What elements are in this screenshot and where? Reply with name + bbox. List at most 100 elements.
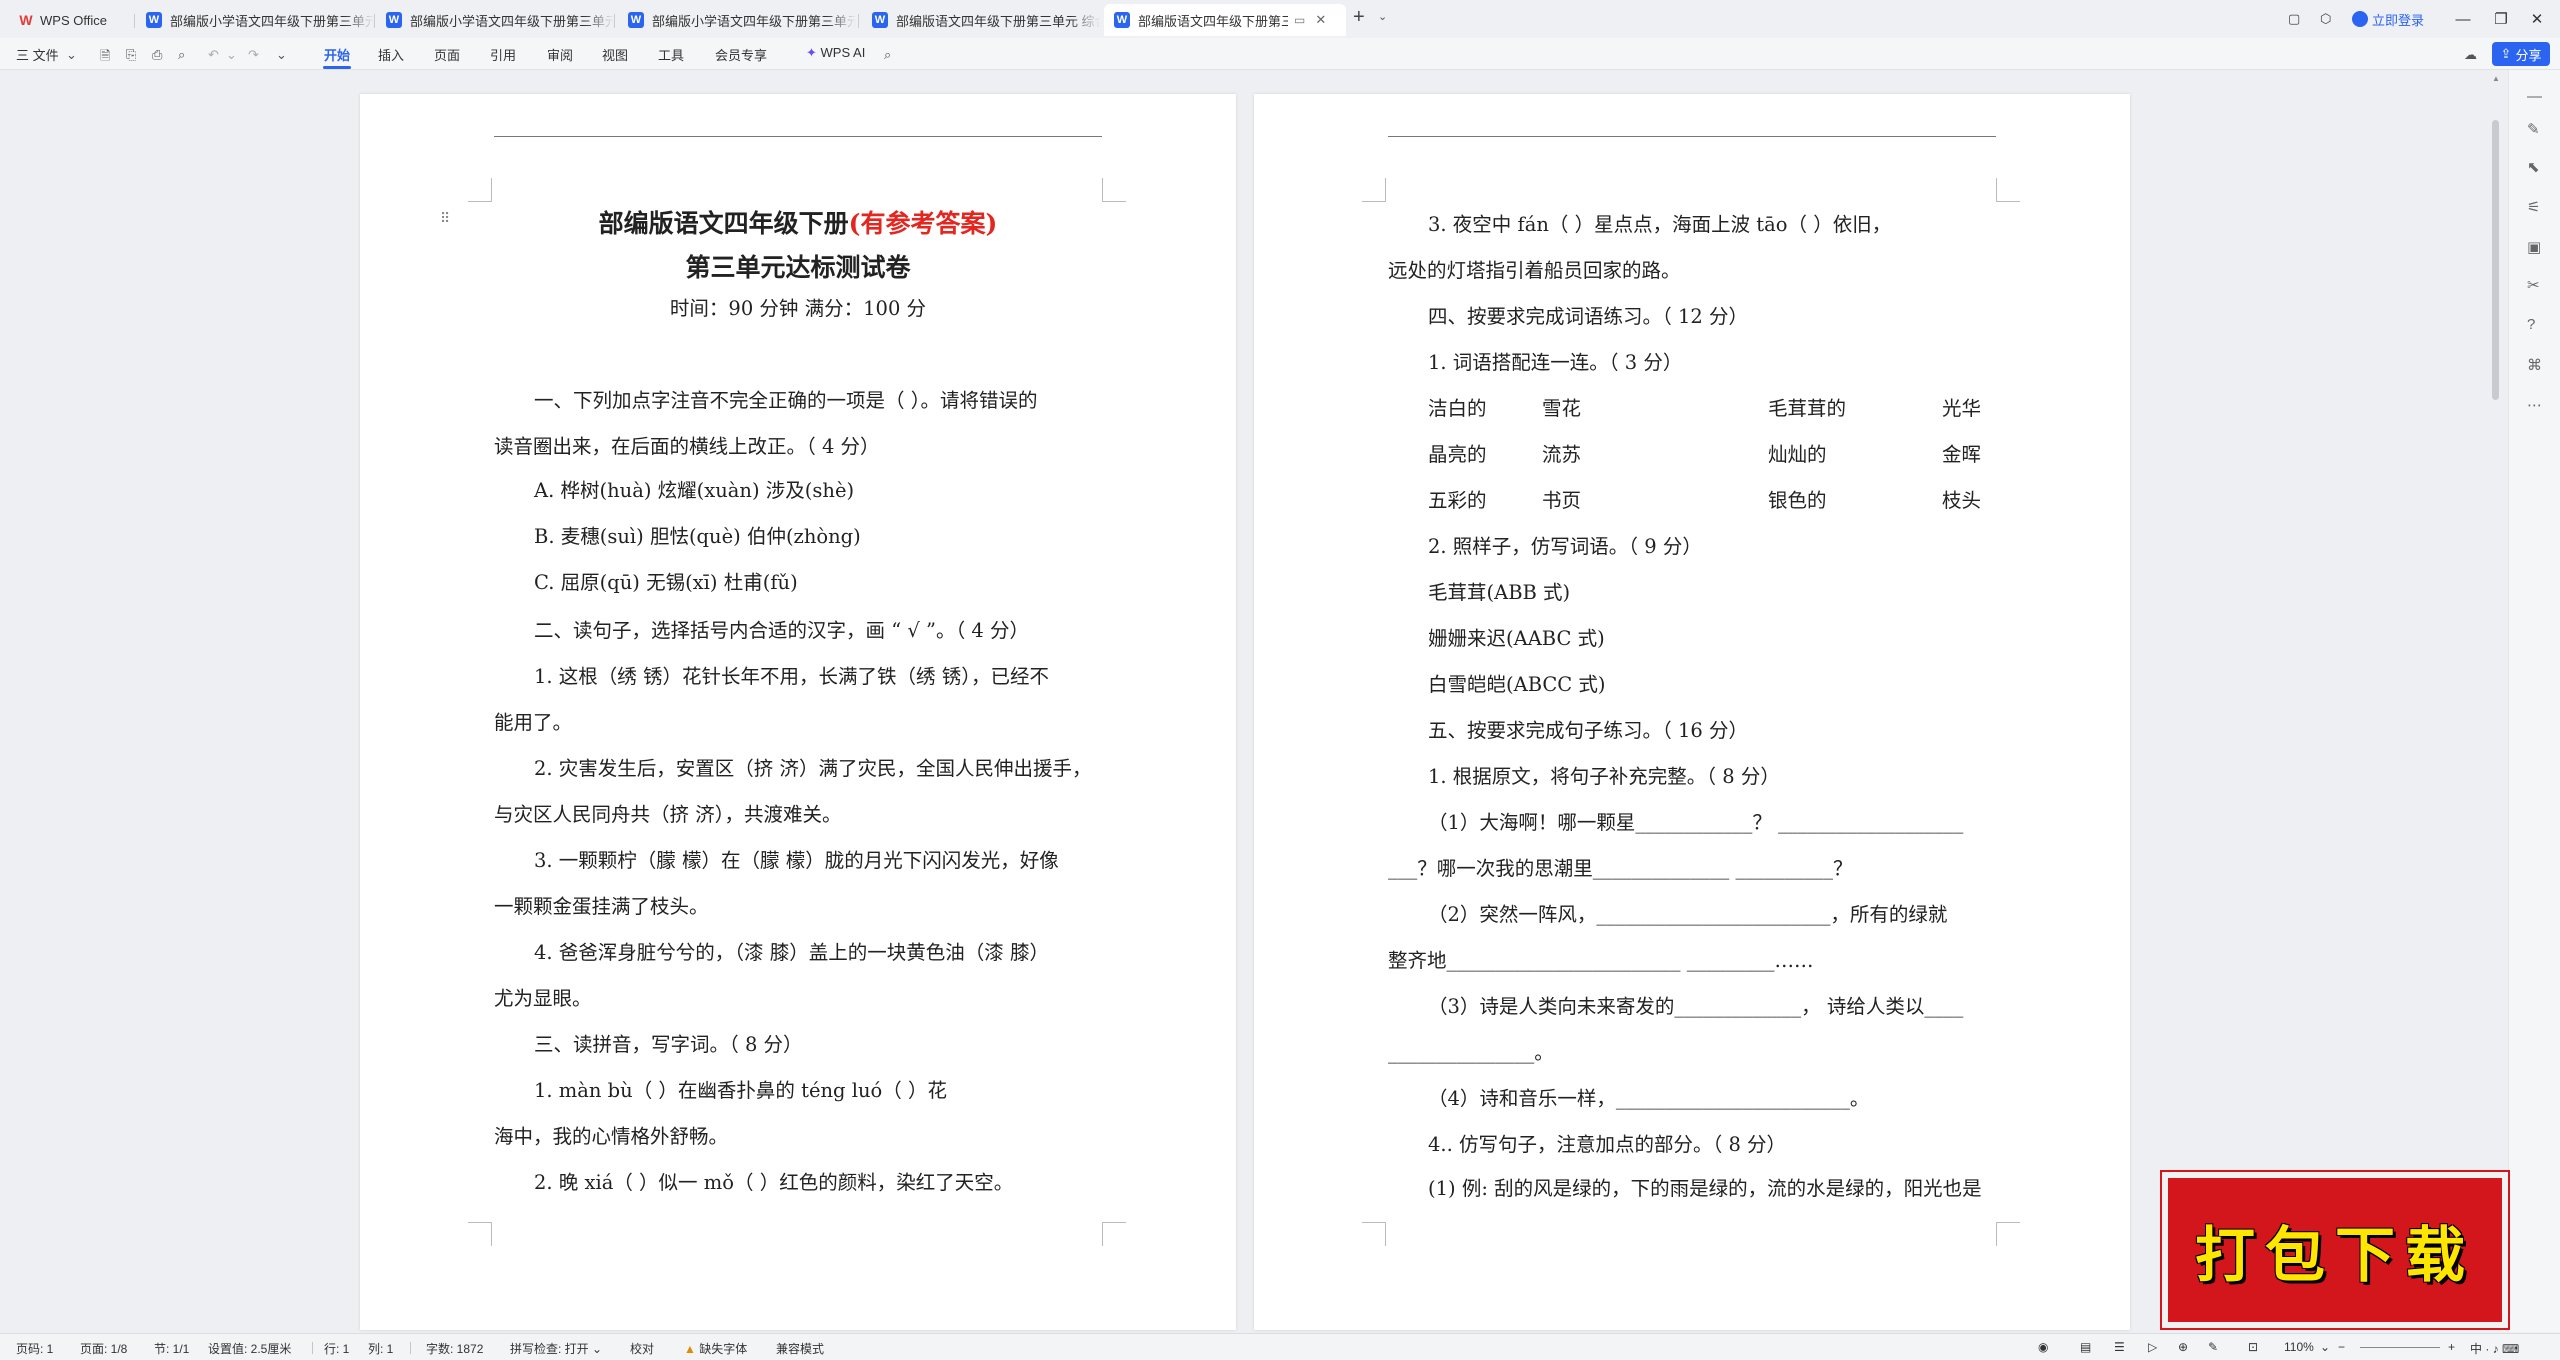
document-page-1[interactable]: ⠿ 部编版语文四年级下册(有参考答案) 第三单元达标测试卷 时间：90 分钟 满… bbox=[360, 94, 1236, 1330]
translate-icon[interactable]: ⌘ bbox=[2527, 356, 2542, 374]
print-preview-icon[interactable]: ⌕ bbox=[178, 47, 185, 63]
tab-document-2[interactable]: W 部编版小学语文四年级下册第三单元... bbox=[376, 4, 614, 36]
zoom-slider[interactable] bbox=[2360, 1347, 2440, 1348]
match-cell: 枝头 bbox=[1942, 489, 1982, 512]
question-text: 与灾区人民同舟共（挤 济），共渡难关。 bbox=[494, 803, 842, 826]
tab-page[interactable]: 页面 bbox=[434, 45, 460, 64]
window-layout-icon[interactable]: ▢ bbox=[2288, 8, 2300, 30]
adjust-icon[interactable]: ⚟ bbox=[2527, 198, 2540, 216]
status-spell-check[interactable]: 拼写检查: 打开 ⌄ bbox=[510, 1340, 602, 1357]
zoom-out-icon[interactable]: − bbox=[2338, 1340, 2345, 1354]
question-text: 1. 这根（绣 锈）花针长年不用，长满了铁（绣 锈），已经不 bbox=[534, 665, 1049, 688]
select-icon[interactable]: ⬉ bbox=[2527, 158, 2540, 176]
question-text: 2. 晚 xiá（ ）似一 mǒ（ ）红色的颜料，染红了天空。 bbox=[534, 1171, 1014, 1194]
export-pdf-icon[interactable]: ⎘ bbox=[126, 47, 136, 63]
collapse-icon[interactable]: — bbox=[2527, 88, 2542, 105]
file-menu[interactable]: 三 文件 bbox=[16, 45, 59, 64]
scrollbar-thumb[interactable] bbox=[2492, 120, 2499, 400]
tab-document-1[interactable]: W 部编版小学语文四年级下册第三单元... bbox=[136, 4, 374, 36]
close-tab-icon[interactable]: ✕ bbox=[1315, 12, 1326, 28]
minimize-button[interactable]: — bbox=[2448, 6, 2478, 32]
drag-handle-icon[interactable]: ⠿ bbox=[440, 210, 450, 227]
undo-icon[interactable]: ↶ bbox=[208, 47, 219, 63]
tools-icon[interactable]: ✂ bbox=[2527, 276, 2540, 294]
more-icon[interactable]: ⋯ bbox=[2527, 396, 2542, 414]
match-cell: 灿灿的 bbox=[1768, 443, 1827, 466]
question-text: 海中，我的心情格外舒畅。 bbox=[494, 1125, 729, 1148]
chevron-down-icon[interactable]: ⌄ bbox=[1378, 10, 1387, 23]
tab-document-active[interactable]: W 部编版语文四年级下册第三单... ▭ ✕ bbox=[1104, 4, 1346, 36]
question-text: 五、按要求完成句子练习。（ 16 分） bbox=[1428, 719, 1748, 742]
active-tab-indicator bbox=[323, 66, 351, 69]
tab-document-4[interactable]: W 部编版语文四年级下册第三单元 综合... bbox=[862, 4, 1100, 36]
wps-ai-button[interactable]: ✦ WPS AI bbox=[806, 45, 865, 61]
close-window-button[interactable]: ✕ bbox=[2522, 6, 2552, 32]
question-text: 3. 一颗颗柠（朦 檬）在（朦 檬）胧的月光下闪闪发光，好像 bbox=[534, 849, 1059, 872]
help-icon[interactable]: ? bbox=[2527, 316, 2535, 333]
avatar bbox=[2352, 11, 2368, 27]
status-section[interactable]: 节: 1/1 bbox=[154, 1340, 189, 1357]
status-compat-mode: 兼容模式 bbox=[776, 1342, 825, 1356]
tab-home[interactable]: 开始 bbox=[324, 45, 350, 64]
status-proofread[interactable]: 校对 bbox=[630, 1340, 654, 1357]
document-page-2[interactable]: 3. 夜空中 fán（ ）星点点，海面上波 tāo（ ）依旧， 远处的灯塔指引着… bbox=[1254, 94, 2130, 1330]
edit-icon[interactable]: ✎ bbox=[2208, 1340, 2218, 1354]
input-method-icon[interactable]: 中 · ♪ ⌨ bbox=[2470, 1340, 2519, 1357]
status-column[interactable]: 列: 1 bbox=[368, 1340, 393, 1357]
scroll-up-icon[interactable]: ▲ bbox=[2490, 74, 2502, 83]
play-icon[interactable]: ▷ bbox=[2148, 1340, 2157, 1354]
option-text: C. 屈原(qū) 无锡(xī) 杜甫(fǔ) bbox=[534, 571, 798, 594]
header-line bbox=[1388, 136, 1996, 137]
question-text: 4.. 仿写句子，注意加点的部分。（ 8 分） bbox=[1428, 1133, 1787, 1156]
document-title: 部编版语文四年级下册(有参考答案) bbox=[598, 209, 998, 238]
tab-tools[interactable]: 工具 bbox=[658, 45, 684, 64]
layout-view-icon[interactable]: ☰ bbox=[2114, 1340, 2125, 1354]
tab-member[interactable]: 会员专享 bbox=[715, 45, 767, 64]
redo-icon[interactable]: ↷ bbox=[248, 47, 259, 63]
header-line bbox=[494, 136, 1102, 137]
question-text: 读音圈出来，在后面的横线上改正。（ 4 分） bbox=[494, 435, 880, 458]
restore-button[interactable]: ❐ bbox=[2486, 6, 2516, 32]
cube-icon[interactable]: ⬡ bbox=[2320, 8, 2331, 30]
search-icon[interactable]: ⌕ bbox=[884, 47, 891, 63]
zoom-level[interactable]: 110% bbox=[2284, 1340, 2314, 1354]
print-icon[interactable]: ⎙ bbox=[152, 47, 162, 63]
writer-doc-icon: W bbox=[872, 12, 888, 28]
tab-view[interactable]: 视图 bbox=[602, 45, 628, 64]
new-tab-button[interactable]: + bbox=[1353, 6, 1365, 29]
status-row[interactable]: 行: 1 bbox=[324, 1340, 349, 1357]
status-page-number[interactable]: 页码: 1 bbox=[16, 1340, 53, 1357]
status-page-count[interactable]: 页面: 1/8 bbox=[80, 1340, 127, 1357]
match-cell: 洁白的 bbox=[1428, 397, 1487, 420]
save-icon[interactable]: 🗎 bbox=[100, 47, 110, 69]
login-button[interactable]: 立即登录 bbox=[2352, 8, 2424, 30]
tab-insert[interactable]: 插入 bbox=[378, 45, 404, 64]
status-missing-font[interactable]: ▲ 缺失字体 bbox=[684, 1340, 747, 1357]
chevron-down-icon[interactable]: ⌄ bbox=[66, 47, 77, 63]
download-banner[interactable]: 打包下载 bbox=[2162, 1172, 2508, 1328]
tab-wps-home[interactable]: W WPS Office bbox=[8, 4, 134, 36]
cloud-sync-icon[interactable]: ☁ bbox=[2464, 47, 2477, 63]
ai-sparkle-icon: ✦ bbox=[806, 45, 817, 60]
question-text: 尤为显眼。 bbox=[494, 987, 592, 1010]
status-setting[interactable]: 设置值: 2.5厘米 bbox=[208, 1340, 291, 1357]
tab-references[interactable]: 引用 bbox=[490, 45, 516, 64]
chevron-down-icon[interactable]: ⌄ bbox=[226, 47, 237, 63]
zoom-in-icon[interactable]: + bbox=[2448, 1340, 2455, 1354]
question-text: 2. 照样子，仿写词语。（ 9 分） bbox=[1428, 535, 1702, 558]
eye-protect-icon[interactable]: ◉ bbox=[2038, 1340, 2048, 1354]
page-view-icon[interactable]: ▤ bbox=[2080, 1340, 2091, 1354]
chevron-down-icon[interactable]: ⌄ bbox=[276, 47, 287, 63]
tab-review[interactable]: 审阅 bbox=[547, 45, 573, 64]
chevron-down-icon[interactable]: ⌄ bbox=[2320, 1340, 2330, 1354]
tab-document-3[interactable]: W 部编版小学语文四年级下册第三单元... bbox=[618, 4, 856, 36]
status-word-count[interactable]: 字数: 1872 bbox=[426, 1340, 483, 1357]
web-view-icon[interactable]: ⊕ bbox=[2178, 1340, 2188, 1354]
writer-doc-icon: W bbox=[628, 12, 644, 28]
crop-mark bbox=[1102, 1222, 1126, 1246]
image-tool-icon[interactable]: ▣ bbox=[2527, 238, 2541, 256]
vertical-scrollbar[interactable]: ▲ ▼ bbox=[2490, 72, 2502, 1330]
share-button[interactable]: ⇪ 分享 bbox=[2492, 42, 2550, 66]
pen-icon[interactable]: ✎ bbox=[2527, 120, 2540, 138]
fit-icon[interactable]: ⊡ bbox=[2248, 1340, 2258, 1354]
